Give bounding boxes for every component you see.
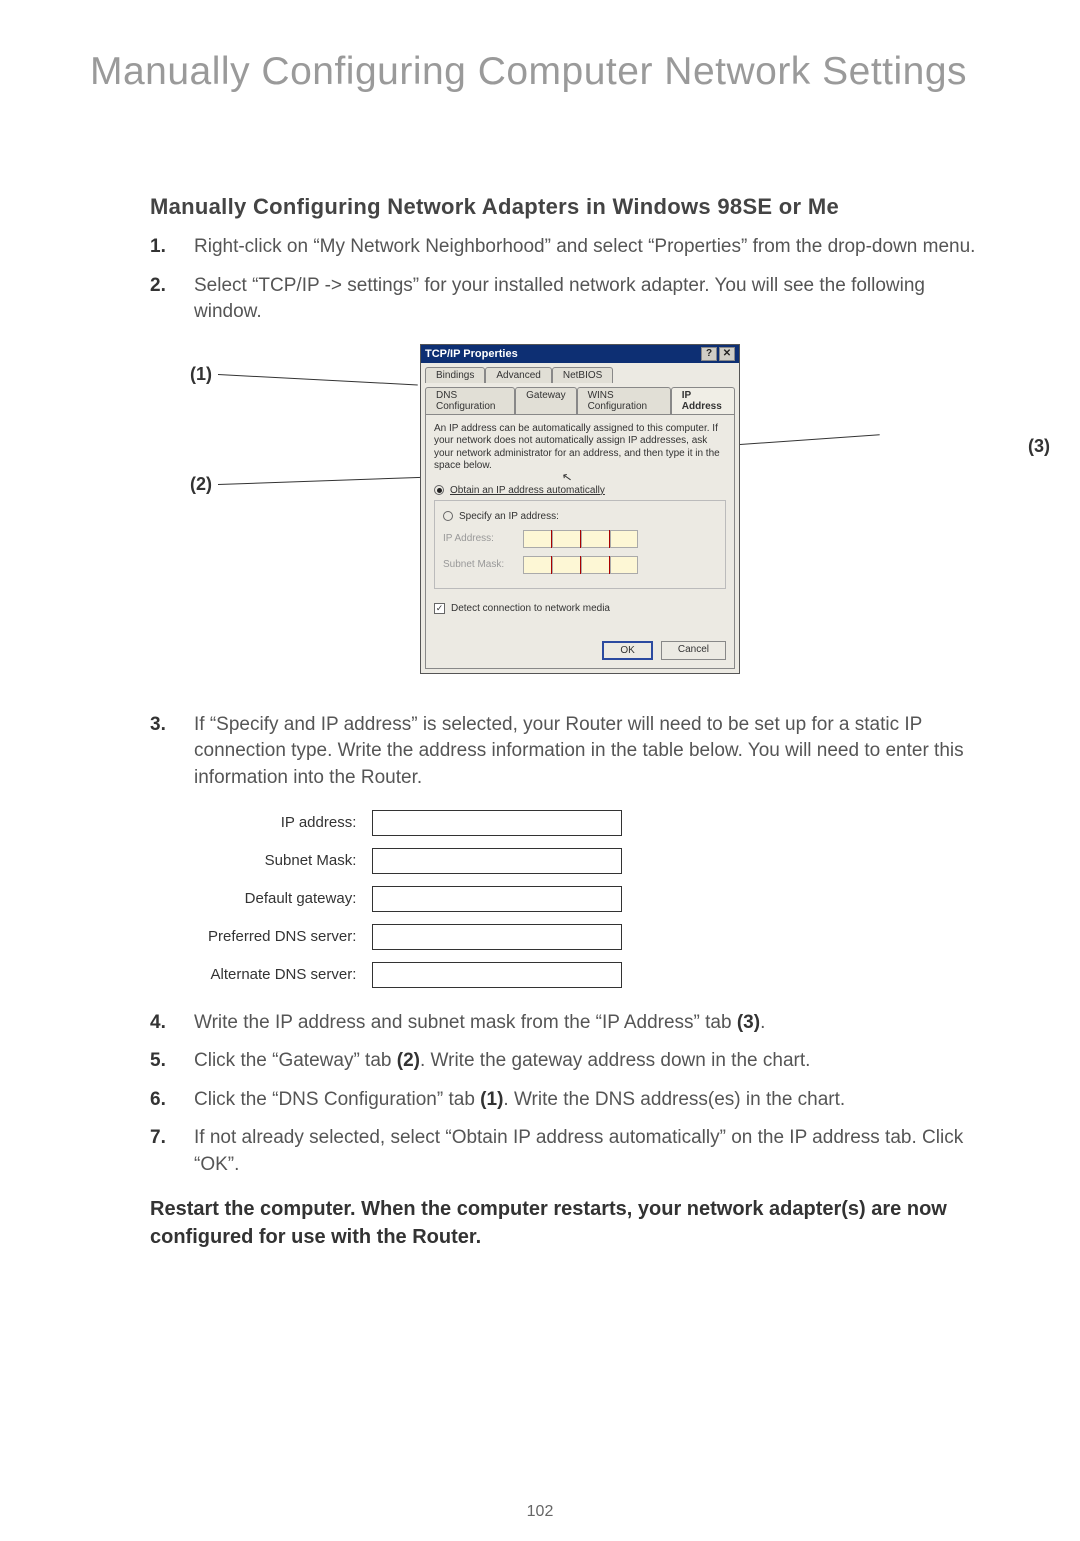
label-subnet-mask: Subnet Mask: [200,842,364,880]
address-form-table: IP address: Subnet Mask: Default gateway… [200,804,630,994]
tab-bindings[interactable]: Bindings [425,367,485,383]
dialog-figure: (1) (2) (3) TCP/IP Properties ? ✕ Bindin… [190,344,990,694]
step-text: Write the IP address and subnet mask fro… [194,1010,990,1037]
step-num: 6. [150,1087,174,1114]
step-num: 7. [150,1125,174,1178]
radio-specify-ip[interactable]: Specify an IP address: [443,511,717,522]
detect-connection-check[interactable]: ✓ Detect connection to network media [434,603,726,614]
field-default-gateway[interactable] [372,886,622,912]
tab-body-ip-address: An IP address can be automatically assig… [425,414,735,669]
radio-icon [434,485,444,495]
callout-2: (2) [190,474,212,495]
step-7: 7. If not already selected, select “Obta… [150,1125,990,1178]
step-num: 2. [150,273,174,326]
callout-1: (1) [190,364,212,385]
ip-address-label: IP Address: [443,533,513,544]
tab-wins-configuration[interactable]: WINS Configuration [577,387,671,414]
label-preferred-dns: Preferred DNS server: [200,918,364,956]
step-num: 4. [150,1010,174,1037]
tab-gateway[interactable]: Gateway [515,387,576,414]
dialog-info-text: An IP address can be automatically assig… [434,423,726,473]
field-alternate-dns[interactable] [372,962,622,988]
page-title: Manually Configuring Computer Network Se… [90,50,990,94]
restart-note: Restart the computer. When the computer … [150,1195,990,1251]
table-row: Subnet Mask: [200,842,630,880]
step-2: 2. Select “TCP/IP -> settings” for your … [150,273,990,326]
step-num: 5. [150,1048,174,1075]
step-6: 6. Click the “DNS Configuration” tab (1)… [150,1087,990,1114]
radio-label: Specify an IP address: [459,511,559,522]
step-3: 3. If “Specify and IP address” is select… [150,712,990,792]
step-1: 1. Right-click on “My Network Neighborho… [150,234,990,261]
page-number: 102 [0,1503,1080,1521]
ip-address-row: IP Address: [443,530,717,548]
table-row: IP address: [200,804,630,842]
step-text: Click the “DNS Configuration” tab (1). W… [194,1087,990,1114]
label-ip-address: IP address: [200,804,364,842]
step-num: 3. [150,712,174,792]
radio-icon [443,511,453,521]
dialog-title: TCP/IP Properties [425,348,518,360]
step-4: 4. Write the IP address and subnet mask … [150,1010,990,1037]
radio-label: Obtain an IP address automatically [450,485,605,496]
section-title: Manually Configuring Network Adapters in… [150,194,990,220]
field-subnet-mask[interactable] [372,848,622,874]
checkbox-label: Detect connection to network media [451,603,610,614]
help-button[interactable]: ? [701,347,717,361]
step-text: Select “TCP/IP -> settings” for your ins… [194,273,990,326]
close-button[interactable]: ✕ [719,347,735,361]
tcpip-properties-dialog: TCP/IP Properties ? ✕ Bindings Advanced … [420,344,740,674]
field-preferred-dns[interactable] [372,924,622,950]
cancel-button[interactable]: Cancel [661,641,726,660]
subnet-mask-label: Subnet Mask: [443,559,513,570]
tab-dns-configuration[interactable]: DNS Configuration [425,387,515,414]
callout-3: (3) [1028,436,1050,457]
label-default-gateway: Default gateway: [200,880,364,918]
label-alternate-dns: Alternate DNS server: [200,956,364,994]
checkbox-icon: ✓ [434,603,445,614]
step-5: 5. Click the “Gateway” tab (2). Write th… [150,1048,990,1075]
table-row: Alternate DNS server: [200,956,630,994]
step-text: If “Specify and IP address” is selected,… [194,712,990,792]
field-ip-address[interactable] [372,810,622,836]
radio-obtain-auto[interactable]: Obtain an IP address automatically [434,485,726,496]
tab-netbios[interactable]: NetBIOS [552,367,613,383]
step-text: Click the “Gateway” tab (2). Write the g… [194,1048,990,1075]
step-text: Right-click on “My Network Neighborhood”… [194,234,990,261]
subnet-mask-field[interactable] [523,556,638,574]
tab-advanced[interactable]: Advanced [485,367,551,383]
table-row: Preferred DNS server: [200,918,630,956]
step-num: 1. [150,234,174,261]
step-text: If not already selected, select “Obtain … [194,1125,990,1178]
tab-ip-address[interactable]: IP Address [671,387,735,414]
subnet-mask-row: Subnet Mask: [443,556,717,574]
specify-ip-group: Specify an IP address: IP Address: Subne… [434,500,726,589]
ok-button[interactable]: OK [602,641,652,660]
ip-address-field[interactable] [523,530,638,548]
table-row: Default gateway: [200,880,630,918]
dialog-titlebar: TCP/IP Properties ? ✕ [421,345,739,363]
